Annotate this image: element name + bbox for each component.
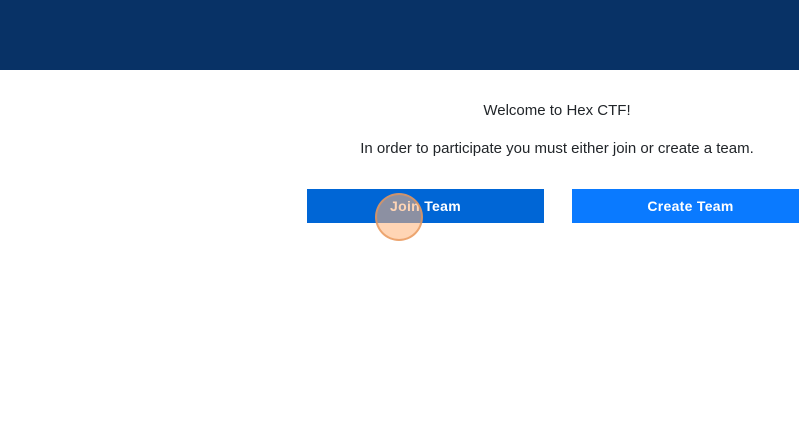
join-team-button[interactable]: Join Team bbox=[307, 189, 544, 223]
create-team-button[interactable]: Create Team bbox=[572, 189, 799, 223]
welcome-heading: Welcome to Hex CTF! bbox=[483, 102, 631, 119]
page: Welcome to Hex CTF! In order to particip… bbox=[0, 0, 799, 437]
top-banner bbox=[0, 0, 799, 70]
team-instructions: In order to participate you must either … bbox=[360, 140, 754, 157]
